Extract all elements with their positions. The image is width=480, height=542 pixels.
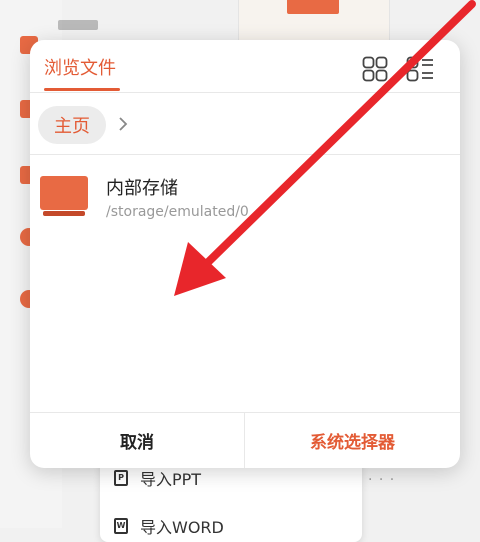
tab-active-indicator: [44, 88, 120, 91]
storage-folder-icon: [40, 176, 88, 216]
ppt-file-icon: P: [114, 470, 128, 486]
list-item-internal-storage[interactable]: 内部存储 /storage/emulated/0: [30, 166, 460, 228]
chevron-right-icon: [119, 117, 128, 131]
storage-path: /storage/emulated/0: [106, 204, 249, 220]
more-dots-icon: · · ·: [368, 472, 396, 488]
breadcrumb-home[interactable]: 主页: [38, 106, 106, 144]
cancel-button[interactable]: 取消: [30, 413, 244, 468]
list-view-icon[interactable]: [406, 56, 434, 82]
browse-files-dialog: 浏览文件 主页 内部存储 /storage/emulated/0 取消 系统选择…: [30, 40, 460, 468]
background-card: [238, 0, 390, 43]
word-file-icon: W: [114, 518, 128, 534]
header-divider: [30, 92, 460, 93]
menu-item-label: 导入PPT: [140, 470, 202, 489]
system-picker-button[interactable]: 系统选择器: [245, 413, 460, 468]
background-text-line: [58, 20, 98, 30]
card-accent-bar: [287, 0, 339, 14]
grid-view-icon[interactable]: [362, 56, 388, 82]
tab-browse-files[interactable]: 浏览文件: [44, 54, 116, 80]
breadcrumb-divider: [30, 154, 460, 155]
menu-item-label: 导入WORD: [140, 518, 224, 537]
menu-item-import-word: W 导入WORD: [114, 514, 224, 538]
storage-name: 内部存储: [106, 178, 178, 199]
menu-item-import-ppt: P 导入PPT: [114, 466, 201, 490]
